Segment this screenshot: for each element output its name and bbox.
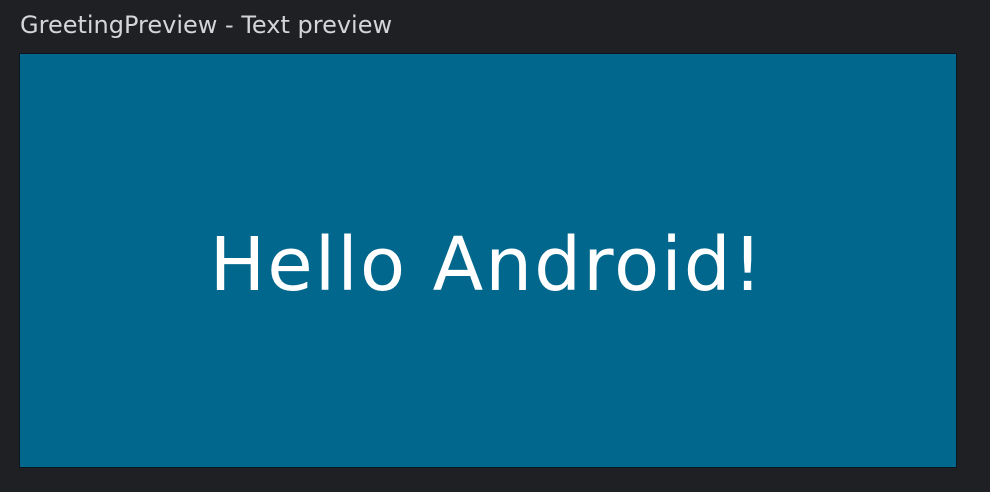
greeting-text: Hello Android! [209,221,765,308]
compose-preview-canvas[interactable]: Hello Android! [19,53,957,468]
preview-title: GreetingPreview - Text preview [20,11,393,39]
